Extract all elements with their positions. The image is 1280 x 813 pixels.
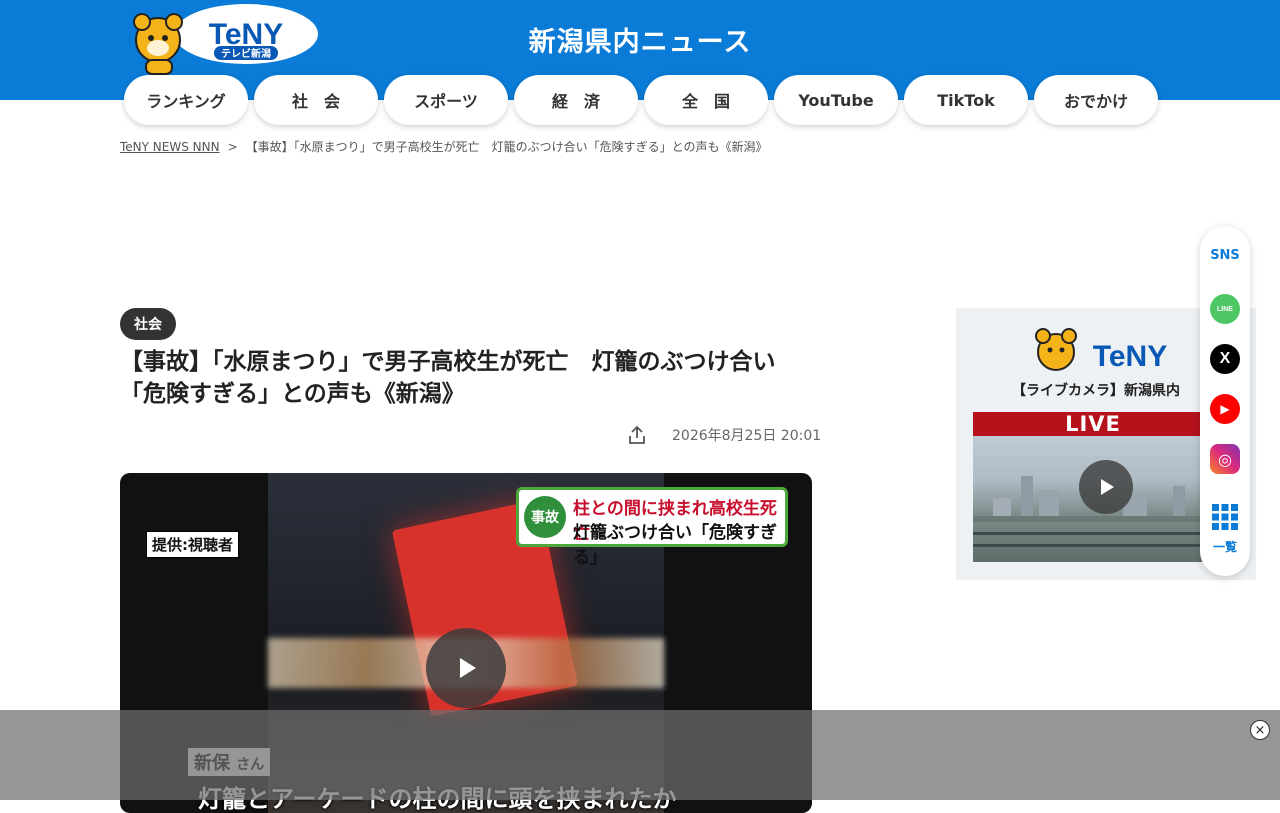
live-camera-thumbnail[interactable]: LIVE <box>973 412 1213 562</box>
live-play-button[interactable] <box>1079 460 1133 514</box>
category-badge[interactable]: 社会 <box>120 308 176 340</box>
teny-side-logo: TeNY <box>1035 328 1167 373</box>
instagram-icon-text: ◎ <box>1218 449 1232 469</box>
nav-ranking[interactable]: ランキング <box>124 75 248 125</box>
play-icon <box>1101 479 1114 495</box>
site-title: 新潟県内ニュース <box>528 27 752 58</box>
breadcrumb: TeNY NEWS NNN > 【事故】「水原まつり」で男子高校生が死亡 灯籠の… <box>120 138 768 155</box>
x-icon-text: X <box>1219 350 1231 367</box>
line-icon[interactable]: LINE <box>1210 294 1240 324</box>
breadcrumb-current: 【事故】「水原まつり」で男子高校生が死亡 灯籠のぶつけ合い「危険すぎる」との声も… <box>245 140 768 154</box>
live-camera-title: 【ライブカメラ】新潟県内 <box>1012 383 1180 399</box>
share-icon[interactable] <box>626 424 648 446</box>
news-caption: 事故 柱との間に挟まれ高校生死亡 灯籠ぶつけ合い「危険すぎる」 <box>516 487 788 568</box>
sns-list-label[interactable]: 一覧 <box>1200 538 1250 555</box>
x-icon[interactable]: X <box>1210 344 1240 374</box>
nav-economy[interactable]: 経 済 <box>514 75 638 125</box>
youtube-icon-text: ▶ <box>1220 402 1230 416</box>
live-label: LIVE <box>973 412 1213 436</box>
breadcrumb-separator: > <box>227 139 238 154</box>
nav-national[interactable]: 全 国 <box>644 75 768 125</box>
play-icon <box>460 658 476 678</box>
close-ad-button[interactable]: × <box>1250 720 1270 740</box>
nav-youtube[interactable]: YouTube <box>774 75 898 125</box>
instagram-icon[interactable]: ◎ <box>1210 444 1240 474</box>
sns-sidebar: SNS LINE X ▶ ◎ 一覧 <box>1200 226 1250 576</box>
caption-tag: 事故 <box>524 496 566 538</box>
video-play-button[interactable] <box>426 628 506 708</box>
sns-label: SNS <box>1210 248 1240 263</box>
publish-date: 2026年8月25日 20:01 <box>672 428 822 444</box>
nav-society[interactable]: 社 会 <box>254 75 378 125</box>
grid-icon[interactable] <box>1212 504 1238 530</box>
ad-overlay[interactable] <box>0 710 1280 800</box>
nav-sports[interactable]: スポーツ <box>384 75 508 125</box>
breadcrumb-home-link[interactable]: TeNY NEWS NNN <box>120 140 220 154</box>
nav-tiktok[interactable]: TikTok <box>904 75 1028 125</box>
svg-text:TeNY: TeNY <box>1093 340 1167 373</box>
video-provider-label: 提供:視聴者 <box>146 531 239 558</box>
youtube-icon[interactable]: ▶ <box>1210 394 1240 424</box>
line-icon-text: LINE <box>1217 305 1233 313</box>
caption-line-2: 灯籠ぶつけ合い「危険すぎる」 <box>573 523 777 568</box>
nav-odekake[interactable]: おでかけ <box>1034 75 1158 125</box>
article-headline: 【事故】「水原まつり」で男子高校生が死亡 灯籠のぶつけ合い 「危険すぎる」との声… <box>120 349 776 407</box>
main-nav: ランキング 社 会 スポーツ 経 済 全 国 YouTube TikTok おで… <box>124 75 1158 125</box>
